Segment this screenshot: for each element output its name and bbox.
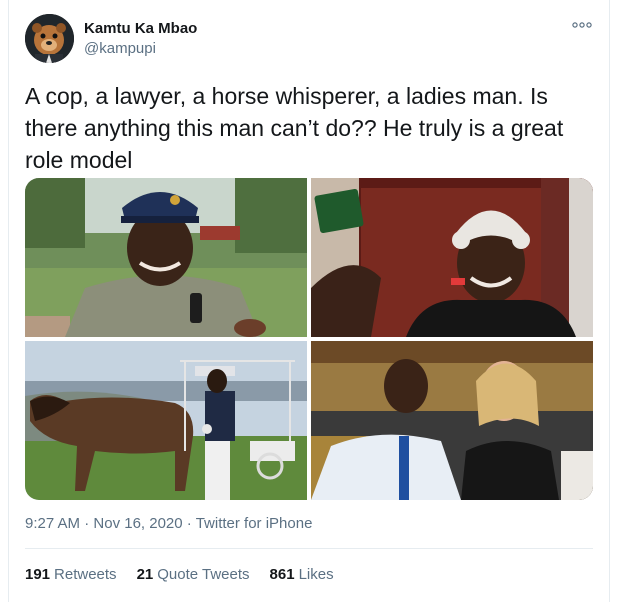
engagement-stats: 191 Retweets 21 Quote Tweets 861 Likes bbox=[25, 566, 334, 583]
meta-separator: · bbox=[182, 515, 196, 532]
meta-separator: · bbox=[80, 515, 94, 532]
media-grid bbox=[25, 178, 593, 500]
likes-count: 861 bbox=[269, 566, 295, 583]
quote-tweets-stat[interactable]: 21 Quote Tweets bbox=[137, 566, 250, 583]
retweets-count: 191 bbox=[25, 566, 51, 583]
author-handle[interactable]: @kampupi bbox=[84, 40, 156, 57]
photo-man-and-woman[interactable] bbox=[311, 341, 593, 500]
tweet-meta: 9:27 AM · Nov 16, 2020 · Twitter for iPh… bbox=[25, 515, 312, 532]
photo-horse[interactable] bbox=[25, 341, 307, 500]
tweet-source[interactable]: Twitter for iPhone bbox=[196, 515, 313, 532]
quote-tweets-label: Quote Tweets bbox=[157, 566, 250, 583]
tweet-text: A cop, a lawyer, a horse whisperer, a la… bbox=[25, 83, 564, 173]
tweet-card: Kamtu Ka Mbao @kampupi A cop, a lawyer, … bbox=[8, 0, 610, 602]
tweet-time[interactable]: 9:27 AM bbox=[25, 515, 80, 532]
photo-police-officer[interactable] bbox=[25, 178, 307, 337]
retweets-label: Retweets bbox=[54, 566, 117, 583]
quote-tweets-count: 21 bbox=[136, 566, 154, 583]
divider bbox=[25, 548, 593, 549]
photo-lawyer[interactable] bbox=[311, 178, 593, 337]
likes-label: Likes bbox=[298, 566, 334, 583]
likes-stat[interactable]: 861 Likes bbox=[270, 566, 334, 583]
tweet-date[interactable]: Nov 16, 2020 bbox=[93, 515, 182, 532]
author-display-name[interactable]: Kamtu Ka Mbao bbox=[84, 20, 197, 37]
retweets-stat[interactable]: 191 Retweets bbox=[25, 566, 117, 583]
more-options-icon[interactable] bbox=[571, 18, 593, 32]
avatar[interactable] bbox=[25, 14, 74, 63]
